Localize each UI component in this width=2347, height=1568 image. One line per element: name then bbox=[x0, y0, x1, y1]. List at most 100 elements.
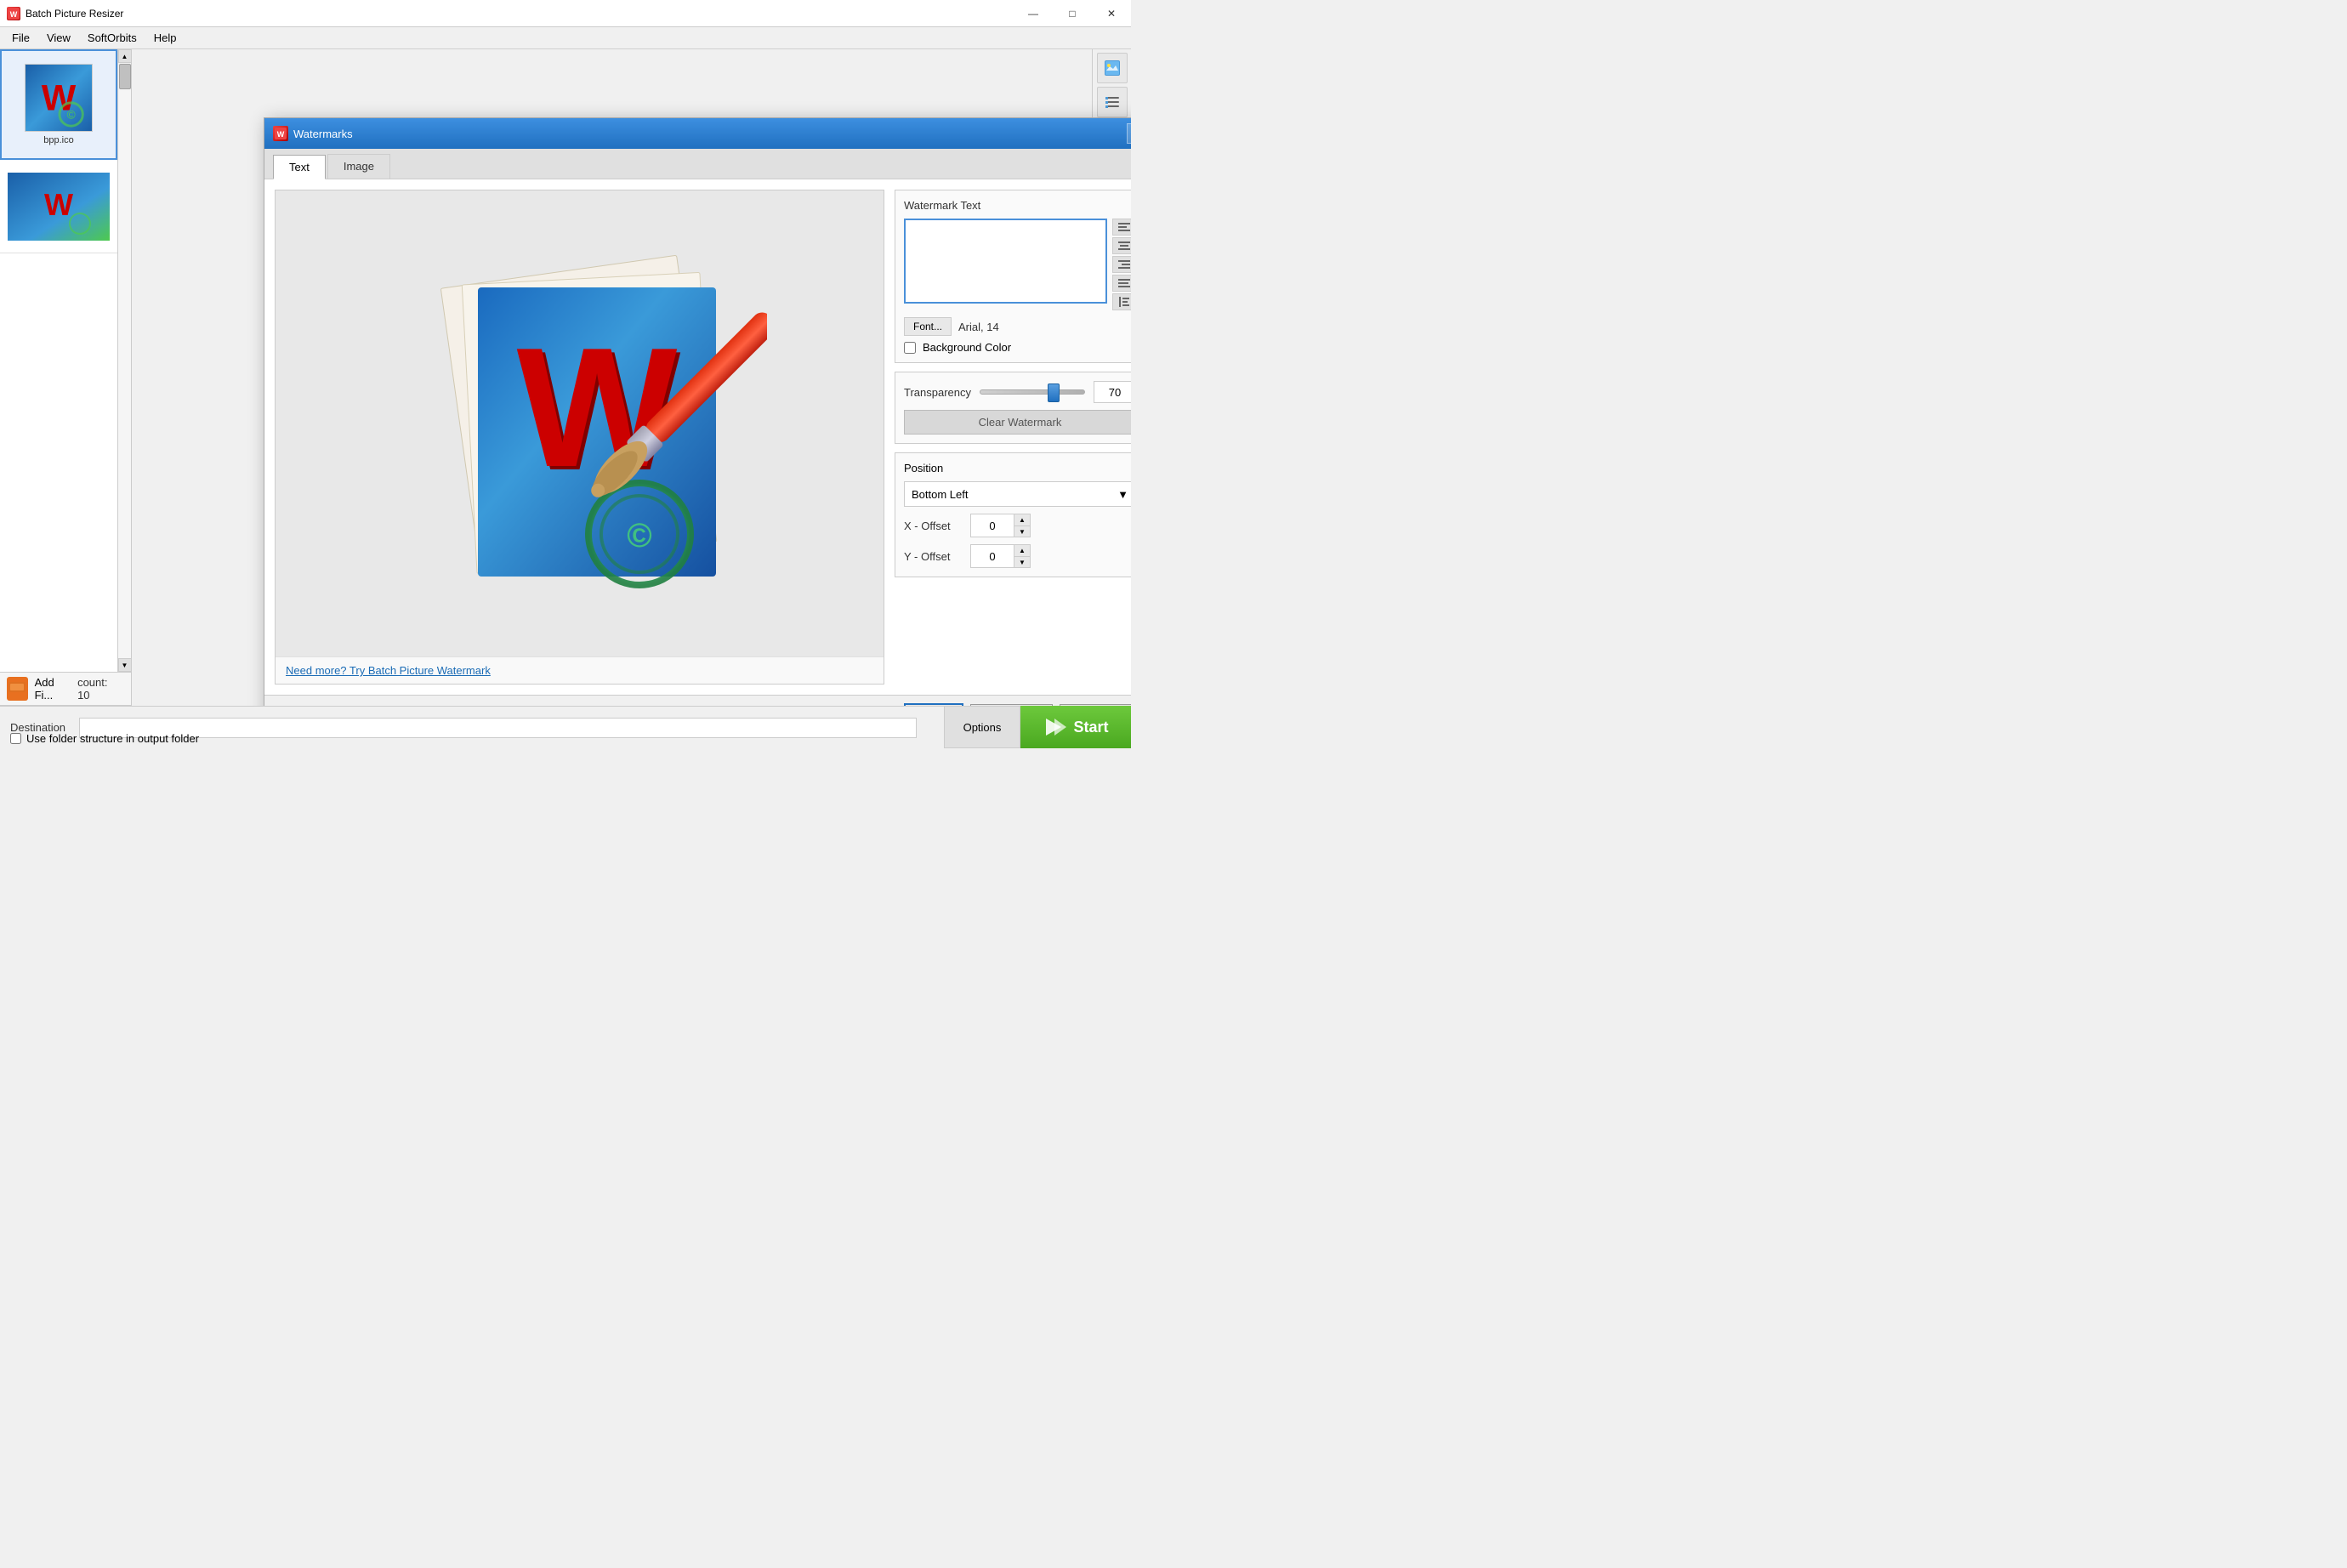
dialog-icon: W bbox=[273, 126, 288, 141]
cancel-button[interactable]: Отмена bbox=[970, 704, 1053, 706]
thumbnail-image-bpp: W © bbox=[25, 64, 93, 132]
left-panel: W © bpp.ico bbox=[0, 49, 132, 706]
scroll-up-arrow[interactable]: ▲ bbox=[118, 49, 132, 63]
right-panel: Watermark Text bbox=[895, 190, 1131, 685]
thumbnail-image-photo: W bbox=[8, 173, 110, 241]
scrollbar-thumb[interactable] bbox=[119, 64, 131, 89]
dialog-titlebar: W Watermarks ✕ bbox=[264, 118, 1131, 149]
y-offset-input[interactable] bbox=[971, 545, 1014, 567]
position-dropdown[interactable]: Bottom Left ▼ bbox=[904, 481, 1131, 507]
menu-bar: File View SoftOrbits Help bbox=[0, 27, 1131, 49]
transparency-slider[interactable] bbox=[980, 389, 1085, 395]
scroll-down-arrow[interactable]: ▼ bbox=[118, 658, 132, 672]
position-dropdown-arrow: ▼ bbox=[1117, 488, 1128, 501]
bg-color-row: Background Color bbox=[904, 341, 1131, 354]
x-offset-row: X - Offset ▲ ▼ bbox=[904, 514, 1131, 537]
menu-softorbits[interactable]: SoftOrbits bbox=[79, 30, 145, 46]
dialog-close-button[interactable]: ✕ bbox=[1127, 123, 1131, 144]
transparency-input[interactable] bbox=[1094, 381, 1131, 403]
title-bar-controls: — □ ✕ bbox=[1014, 0, 1131, 27]
font-row: Font... Arial, 14 bbox=[904, 317, 1131, 336]
align-btn-3[interactable] bbox=[1112, 256, 1131, 273]
app-icon: W bbox=[7, 7, 20, 20]
thumbnail-item-photo[interactable]: W bbox=[0, 160, 117, 253]
svg-text:©: © bbox=[627, 517, 651, 554]
folder-checkbox[interactable] bbox=[10, 733, 21, 744]
menu-help[interactable]: Help bbox=[145, 30, 185, 46]
title-bar: W Batch Picture Resizer — □ ✕ bbox=[0, 0, 1131, 27]
svg-text:W: W bbox=[10, 10, 18, 19]
start-button[interactable]: Start bbox=[1020, 706, 1131, 748]
transparency-row: Transparency bbox=[904, 381, 1131, 403]
dialog-title: Watermarks bbox=[293, 128, 353, 140]
folder-checkbox-row: Use folder structure in output folder bbox=[10, 732, 199, 745]
preview-image: W © bbox=[276, 190, 884, 656]
transparency-label: Transparency bbox=[904, 386, 971, 399]
thumbnail-item-bpp[interactable]: W © bpp.ico bbox=[0, 49, 117, 160]
align-btn-4[interactable] bbox=[1112, 275, 1131, 292]
x-offset-input[interactable] bbox=[971, 514, 1014, 537]
menu-file[interactable]: File bbox=[3, 30, 38, 46]
bottom-bar: Destination Use folder structure in outp… bbox=[0, 706, 1131, 748]
font-display: Arial, 14 bbox=[958, 321, 999, 333]
svg-text:W: W bbox=[277, 130, 285, 139]
watermark-text-title: Watermark Text bbox=[904, 199, 1131, 212]
left-panel-scroll: W © bpp.ico bbox=[0, 49, 131, 672]
watermark-text-input[interactable] bbox=[904, 219, 1107, 304]
x-offset-spinners: ▲ ▼ bbox=[1014, 514, 1030, 537]
watermarks-dialog: W Watermarks ✕ Text Image bbox=[264, 117, 1131, 706]
app-title: Batch Picture Resizer bbox=[26, 8, 123, 20]
align-btn-5[interactable] bbox=[1112, 293, 1131, 310]
x-offset-label: X - Offset bbox=[904, 520, 963, 532]
add-files-label[interactable]: Add Fi... bbox=[35, 676, 71, 702]
maximize-button[interactable]: □ bbox=[1053, 0, 1092, 27]
bg-color-checkbox[interactable] bbox=[904, 342, 916, 354]
ok-button[interactable]: OK bbox=[904, 703, 964, 706]
tab-text[interactable]: Text bbox=[273, 155, 326, 179]
add-files-bar: Add Fi... count: 10 bbox=[0, 672, 131, 706]
watermark-text-section: Watermark Text bbox=[895, 190, 1131, 363]
y-offset-input-group: ▲ ▼ bbox=[970, 544, 1031, 568]
help-button[interactable]: Справка bbox=[1060, 704, 1131, 706]
scrollbar-track[interactable] bbox=[118, 63, 132, 658]
dialog-body: W © bbox=[264, 179, 1131, 695]
align-btn-1[interactable] bbox=[1112, 219, 1131, 236]
font-button[interactable]: Font... bbox=[904, 317, 952, 336]
main-content: W © bpp.ico bbox=[0, 49, 1131, 706]
menu-view[interactable]: View bbox=[38, 30, 79, 46]
dialog-footer: OK Отмена Справка bbox=[264, 695, 1131, 706]
thumbnail-label-bpp: bpp.ico bbox=[43, 135, 73, 145]
x-offset-down[interactable]: ▼ bbox=[1014, 526, 1030, 537]
y-offset-up[interactable]: ▲ bbox=[1014, 545, 1030, 556]
position-title: Position bbox=[904, 462, 1131, 474]
y-offset-down[interactable]: ▼ bbox=[1014, 556, 1030, 567]
clear-watermark-button[interactable]: Clear Watermark bbox=[904, 410, 1131, 435]
tab-image[interactable]: Image bbox=[327, 154, 390, 179]
y-offset-spinners: ▲ ▼ bbox=[1014, 545, 1030, 567]
view-image-btn[interactable] bbox=[1097, 53, 1128, 83]
position-dropdown-value: Bottom Left bbox=[912, 488, 968, 501]
minimize-button[interactable]: — bbox=[1014, 0, 1053, 27]
align-btn-2[interactable] bbox=[1112, 237, 1131, 254]
y-offset-row: Y - Offset ▲ ▼ bbox=[904, 544, 1131, 568]
dialog-tabs: Text Image bbox=[264, 149, 1131, 179]
add-files-icon bbox=[7, 677, 28, 701]
options-label: Options bbox=[963, 721, 1002, 734]
app-window: W Batch Picture Resizer — □ ✕ File View … bbox=[0, 0, 1131, 748]
left-panel-scrollbar[interactable]: ▲ ▼ bbox=[117, 49, 131, 672]
svg-text:W: W bbox=[44, 187, 73, 222]
x-offset-up[interactable]: ▲ bbox=[1014, 514, 1030, 526]
batch-watermark-link[interactable]: Need more? Try Batch Picture Watermark bbox=[286, 664, 491, 677]
start-label: Start bbox=[1073, 719, 1108, 736]
transparency-section: Transparency Clear Watermark bbox=[895, 372, 1131, 444]
view-list-btn[interactable] bbox=[1097, 87, 1128, 117]
svg-text:©: © bbox=[67, 108, 76, 121]
destination-input[interactable] bbox=[79, 718, 917, 738]
slider-thumb[interactable] bbox=[1048, 383, 1060, 402]
preview-link-area: Need more? Try Batch Picture Watermark bbox=[276, 656, 884, 684]
watermark-text-area bbox=[904, 219, 1131, 310]
bg-color-label: Background Color bbox=[923, 341, 1011, 354]
close-button[interactable]: ✕ bbox=[1092, 0, 1131, 27]
options-button[interactable]: Options bbox=[944, 706, 1020, 748]
count-badge: count: 10 bbox=[77, 676, 124, 702]
